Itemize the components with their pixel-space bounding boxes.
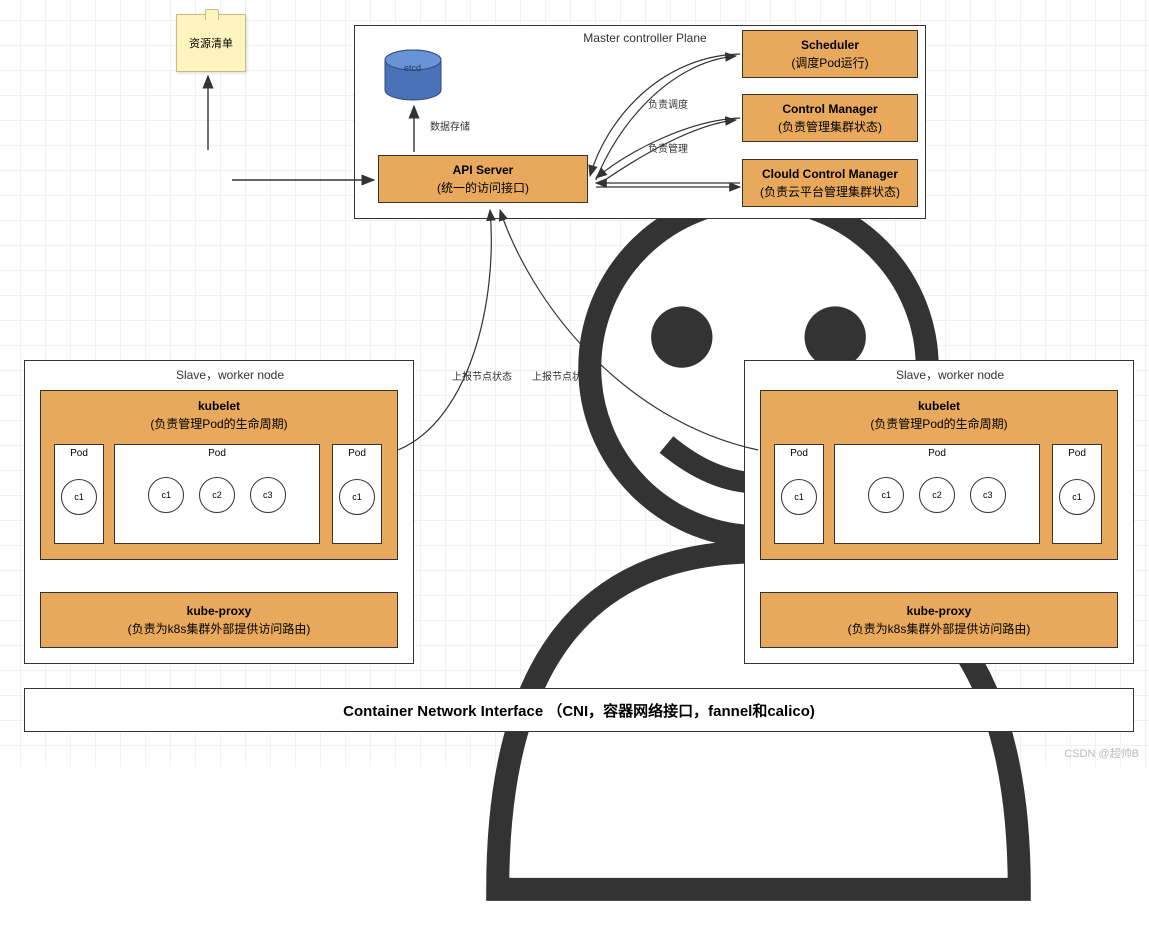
master-plane-title: Master controller Plane — [560, 31, 730, 45]
kubelet-left-desc: (负责管理Pod的生命周期) — [150, 415, 287, 433]
container-c2: c2 — [919, 477, 955, 513]
watermark: CSDN @超帅B — [1064, 745, 1139, 761]
container-c2: c2 — [199, 477, 235, 513]
container-c1: c1 — [148, 477, 184, 513]
kube-proxy-right-title: kube-proxy — [907, 602, 972, 620]
cni-bar: Container Network Interface （CNI，容器网络接口，… — [24, 688, 1134, 732]
pod-right-2: Pod c1 c2 c3 — [834, 444, 1040, 544]
etcd-cylinder — [380, 48, 446, 102]
scheduler-box: Scheduler (调度Pod运行) — [742, 30, 918, 78]
etcd-label: etcd — [404, 63, 421, 73]
pod-right-3: Pod c1 — [1052, 444, 1102, 544]
schedule-label: 负责调度 — [648, 96, 688, 111]
pod-label: Pod — [1053, 448, 1101, 459]
data-store-label: 数据存储 — [430, 118, 470, 133]
container-c1: c1 — [868, 477, 904, 513]
control-manager-desc: (负责管理集群状态) — [778, 118, 882, 136]
user-icon — [184, 153, 230, 203]
kubelet-right-title: kubelet — [918, 397, 960, 415]
kube-proxy-left-title: kube-proxy — [187, 602, 252, 620]
manage-label: 负责管理 — [648, 140, 688, 155]
pod-label: Pod — [115, 448, 319, 459]
container-c3: c3 — [250, 477, 286, 513]
cloud-cm-title: Clould Control Manager — [762, 165, 898, 183]
cloud-cm-desc: (负责云平台管理集群状态) — [760, 183, 900, 201]
kube-proxy-left-desc: (负责为k8s集群外部提供访问路由) — [128, 620, 311, 638]
api-server-box: API Server (统一的访问接口) — [378, 155, 588, 203]
container-c1: c1 — [61, 479, 97, 515]
slave-left-title: Slave，worker node — [150, 366, 310, 383]
cni-text: Container Network Interface （CNI，容器网络接口，… — [343, 700, 815, 721]
sticky-note: 资源清单 — [176, 14, 246, 72]
sticky-note-text: 资源清单 — [189, 35, 233, 51]
container-c3: c3 — [970, 477, 1006, 513]
control-manager-box: Control Manager (负责管理集群状态) — [742, 94, 918, 142]
pod-label: Pod — [835, 448, 1039, 459]
api-server-desc: (统一的访问接口) — [437, 179, 529, 197]
report-label-left: 上报节点状态 — [452, 368, 512, 383]
pod-left-3: Pod c1 — [332, 444, 382, 544]
control-manager-title: Control Manager — [782, 100, 877, 118]
kube-proxy-right: kube-proxy (负责为k8s集群外部提供访问路由) — [760, 592, 1118, 648]
report-label-right: 上报节点状态 — [532, 368, 592, 383]
kube-proxy-left: kube-proxy (负责为k8s集群外部提供访问路由) — [40, 592, 398, 648]
pod-label: Pod — [333, 448, 381, 459]
pod-left-1: Pod c1 — [54, 444, 104, 544]
api-server-title: API Server — [453, 161, 514, 179]
pod-label: Pod — [55, 448, 103, 459]
pod-right-1: Pod c1 — [774, 444, 824, 544]
scheduler-title: Scheduler — [801, 36, 859, 54]
container-c1: c1 — [781, 479, 817, 515]
scheduler-desc: (调度Pod运行) — [791, 54, 868, 72]
container-c1: c1 — [1059, 479, 1095, 515]
kube-proxy-right-desc: (负责为k8s集群外部提供访问路由) — [848, 620, 1031, 638]
cloud-cm-box: Clould Control Manager (负责云平台管理集群状态) — [742, 159, 918, 207]
pod-left-2: Pod c1 c2 c3 — [114, 444, 320, 544]
container-c1: c1 — [339, 479, 375, 515]
pod-label: Pod — [775, 448, 823, 459]
kubelet-right-desc: (负责管理Pod的生命周期) — [870, 415, 1007, 433]
kubelet-left-title: kubelet — [198, 397, 240, 415]
slave-right-title: Slave，worker node — [870, 366, 1030, 383]
